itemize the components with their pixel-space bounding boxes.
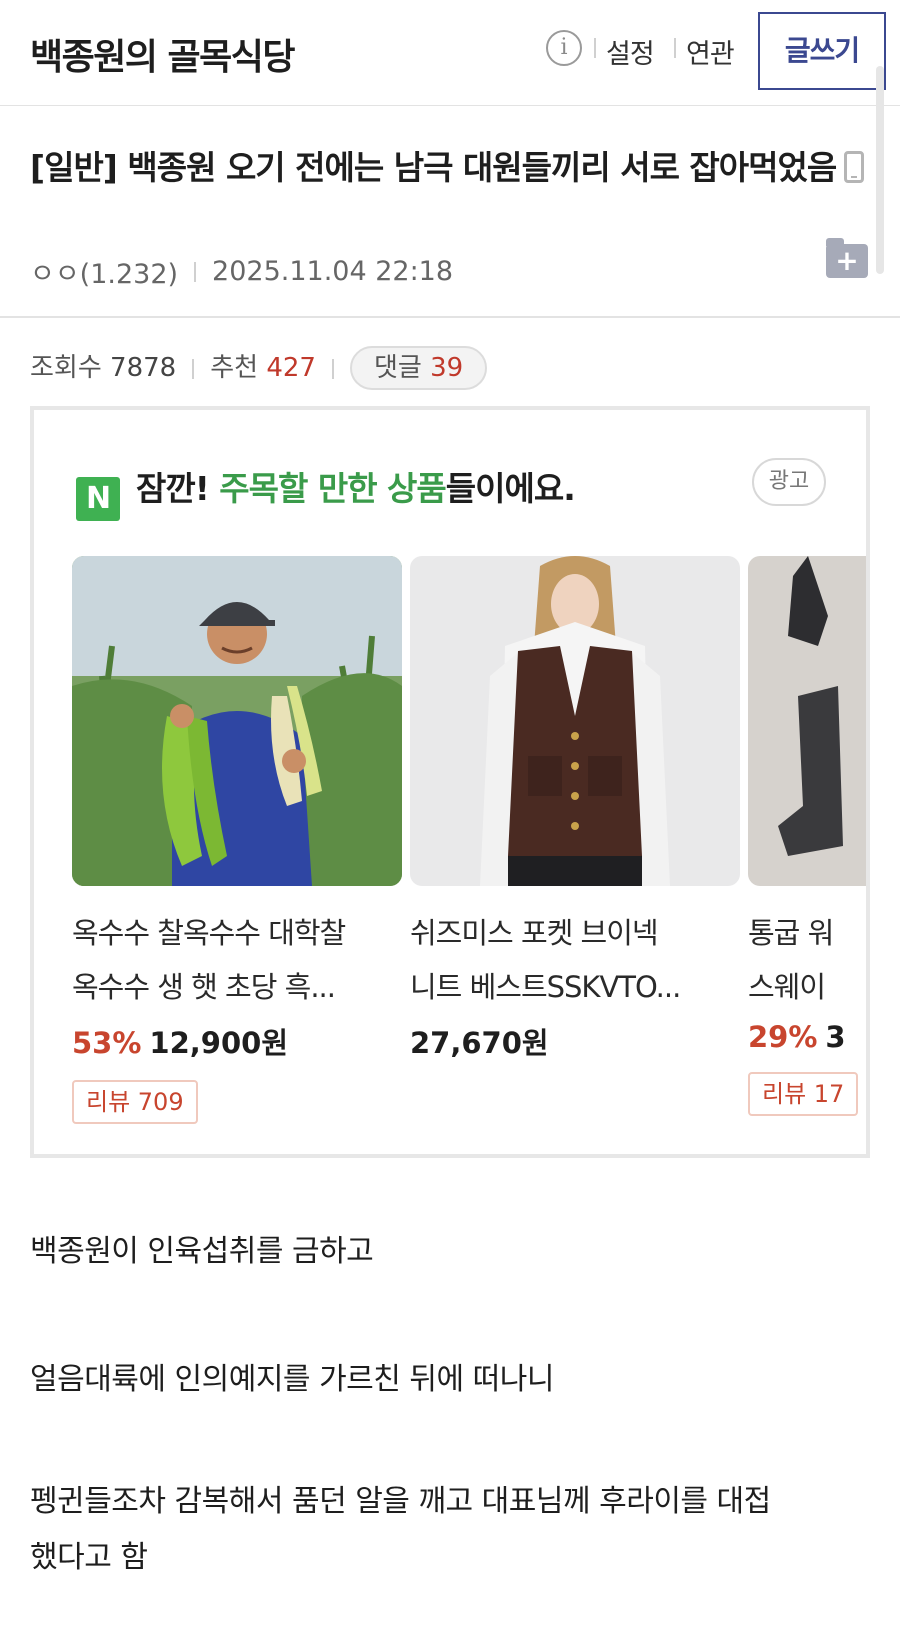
product-price-row: 27,670원 [410,1020,740,1062]
product-price-row: 29% 3 [748,1020,866,1054]
product-card[interactable]: 통굽 워 스웨이 29% 3 리뷰 17 [748,556,866,1116]
related-link[interactable]: 연관 [686,32,735,71]
post-paragraph-line: 펭귄들조차 감복해서 품던 알을 깨고 대표님께 후라이를 대접 [30,1484,771,1519]
product-image-corn[interactable] [72,556,402,886]
product-name-line2: 스웨이 [748,970,826,1004]
gallery-title[interactable]: 백종원의 골목식당 [30,28,296,80]
product-card[interactable]: 쉬즈미스 포켓 브이넥 니트 베스트SSKVTO... 27,670원 [410,556,740,1062]
settings-link[interactable]: 설정 [606,32,655,71]
product-name[interactable]: 옥수수 찰옥수수 대학찰 옥수수 생 햇 초당 흑... [72,906,402,1014]
views-label: 조회수 [30,353,102,383]
scrollbar[interactable] [876,66,884,274]
gallery-header: 백종원의 골목식당 i 설정 연관 글쓰기 [0,0,900,106]
separator [192,358,195,379]
product-name[interactable]: 통굽 워 스웨이 [748,906,866,1014]
product-review-badge: 리뷰 709 [72,1080,198,1124]
ad-headline-prefix: 잠깐! [136,469,220,508]
comments-button[interactable]: 댓글 39 [349,346,488,390]
post-paragraph: 펭귄들조차 감복해서 품던 알을 깨고 대표님께 후라이를 대접 했다고 함 [30,1474,771,1586]
recommend-label: 추천 [210,353,259,383]
post-title: [일반] 백종원 오기 전에는 남극 대원들끼리 서로 잡아먹었음 [30,136,870,200]
product-name[interactable]: 쉬즈미스 포켓 브이넥 니트 베스트SSKVTO... [410,906,740,1014]
product-name-line1: 통굽 워 [748,916,834,950]
ad-headline: N 잠깐! 주목할 만한 상품들이에요. [76,462,576,521]
separator [674,38,676,58]
product-name-line1: 쉬즈미스 포켓 브이넥 [410,916,659,950]
product-discount: 29% [748,1020,818,1054]
product-name-line2: 옥수수 생 햇 초당 흑... [72,970,336,1004]
comments-label: 댓글 [373,353,422,383]
post-stats: 조회수 7878 추천 427 댓글 39 [30,346,488,390]
ad-panel: N 잠깐! 주목할 만한 상품들이에요. 광고 옥수수 찰옥수수 대학찰 옥수수… [30,406,870,1158]
write-button[interactable]: 글쓰기 [758,12,886,90]
separator [594,38,596,58]
product-name-line2: 니트 베스트SSKVTO... [410,970,681,1004]
recommend-count: 427 [266,353,316,383]
product-price: 12,900원 [149,1026,289,1060]
product-price: 27,670원 [410,1026,549,1060]
post-title-text: [일반] 백종원 오기 전에는 남극 대원들끼리 서로 잡아먹었음 [30,148,837,187]
post-paragraph: 얼음대륙에 인의예지를 가르친 뒤에 떠나니 [30,1362,554,1397]
add-folder-icon[interactable]: + [826,238,868,278]
separator [194,261,197,282]
post-datetime: 2025.11.04 22:18 [212,256,454,287]
mobile-icon [844,151,865,183]
product-card[interactable]: 옥수수 찰옥수수 대학찰 옥수수 생 햇 초당 흑... 53% 12,900원 … [72,556,402,1124]
ad-headline-highlight: 주목할 만한 상품 [219,469,446,508]
separator [331,358,334,379]
ad-headline-suffix: 들이에요. [445,469,576,508]
post-paragraph: 백종원이 인육섭취를 금하고 [30,1234,374,1269]
post-meta: ㅇㅇ(1.232) 2025.11.04 22:18 [30,252,453,291]
divider [0,316,900,318]
product-name-line1: 옥수수 찰옥수수 대학찰 [72,916,346,950]
comments-count: 39 [430,353,464,383]
views-count: 7878 [110,353,177,383]
product-image-vest[interactable] [410,556,740,886]
ad-badge[interactable]: 광고 [752,458,826,506]
product-review-badge: 리뷰 17 [748,1072,859,1116]
info-icon[interactable]: i [546,30,582,66]
product-price: 3 [825,1020,846,1054]
post-paragraph-line: 했다고 함 [30,1540,148,1575]
author-name[interactable]: ㅇㅇ(1.232) [30,259,178,290]
naver-logo-icon: N [76,477,120,521]
product-price-row: 53% 12,900원 [72,1020,402,1062]
product-discount: 53% [72,1026,142,1060]
product-image-boots[interactable] [748,556,866,886]
